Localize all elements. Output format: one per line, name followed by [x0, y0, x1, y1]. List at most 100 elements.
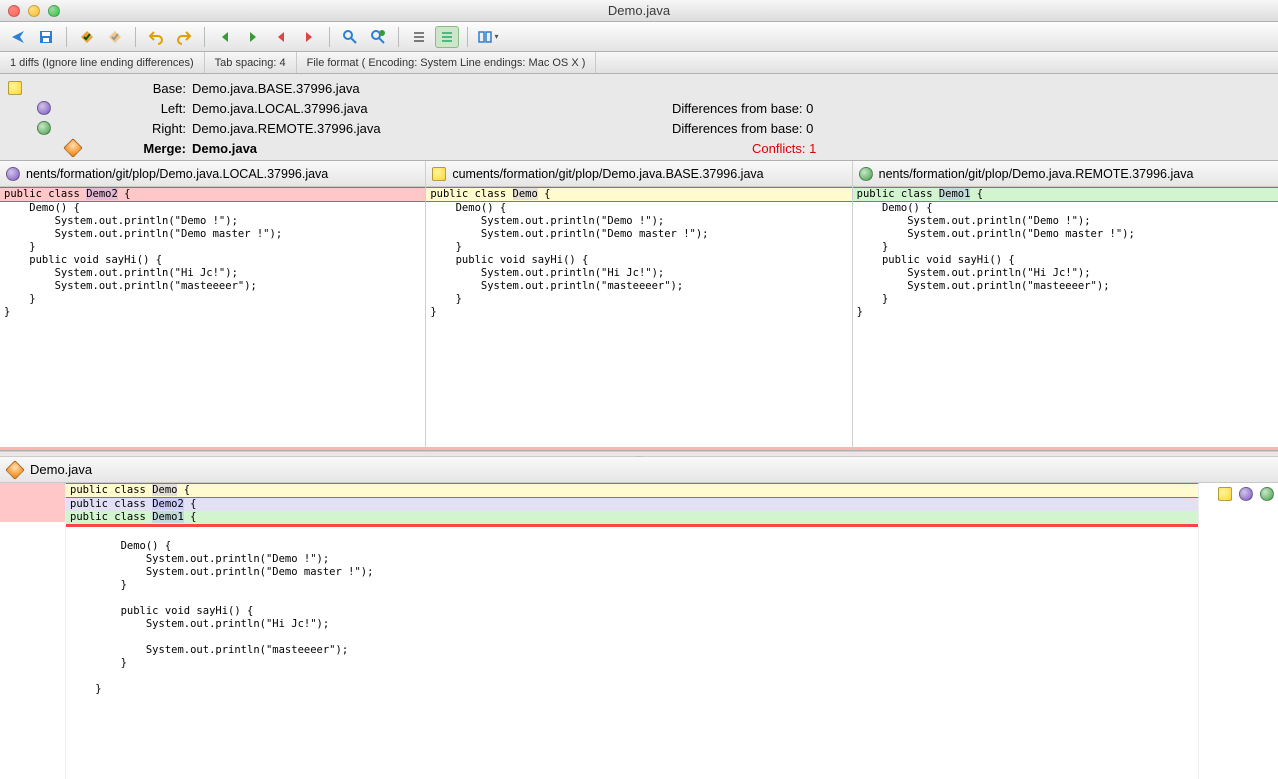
diff-view-icon[interactable]	[435, 26, 459, 48]
merge-code[interactable]: public class Demo {public class Demo2 {p…	[66, 483, 1198, 779]
toolbar-separator	[204, 27, 205, 47]
diff-token: Demo2	[86, 188, 118, 200]
list-view-icon[interactable]	[407, 26, 431, 48]
prev-conflict-icon[interactable]	[269, 26, 293, 48]
code-line: public class Demo {	[426, 187, 851, 202]
left-marker-icon	[6, 167, 20, 181]
right-marker-icon	[859, 167, 873, 181]
merge-gutter	[0, 483, 66, 779]
gutter-line	[0, 587, 65, 600]
toolbar-separator	[66, 27, 67, 47]
code-line: }	[0, 306, 425, 319]
right-label: Right:	[80, 121, 192, 136]
code-line: public void sayHi() {	[0, 254, 425, 267]
choose-right-button[interactable]	[1260, 487, 1274, 501]
diff-token: Demo	[152, 484, 177, 496]
left-pane-path: nents/formation/git/plop/Demo.java.LOCAL…	[26, 167, 328, 181]
code-line: }	[0, 241, 425, 254]
undo-icon[interactable]	[144, 26, 168, 48]
code-line: System.out.println("Demo master !");	[0, 228, 425, 241]
code-line: Demo() {	[853, 202, 1278, 215]
code-line: }	[853, 293, 1278, 306]
diff-token: Demo	[513, 188, 538, 200]
code-line: System.out.println("masteeeer");	[66, 644, 1198, 657]
diff-token: Demo1	[939, 188, 971, 200]
code-line	[66, 670, 1198, 683]
base-pane-path: cuments/formation/git/plop/Demo.java.BAS…	[452, 167, 763, 181]
code-line: }	[66, 657, 1198, 670]
toolbar-separator	[467, 27, 468, 47]
dropdown-arrow-icon: ▾	[494, 32, 498, 41]
layout-icon[interactable]: ▾	[476, 26, 500, 48]
choose-base-button[interactable]	[1218, 487, 1232, 501]
base-label: Base:	[80, 81, 192, 96]
code-line: Demo() {	[426, 202, 851, 215]
code-line: }	[853, 306, 1278, 319]
right-diff-count: Differences from base: 0	[672, 121, 813, 136]
gutter-line	[0, 483, 65, 496]
status-file-format[interactable]: File format ( Encoding: System Line endi…	[297, 52, 597, 73]
code-line: }	[66, 579, 1198, 592]
code-line: System.out.println("Demo !");	[853, 215, 1278, 228]
code-line: System.out.println("Hi Jc!");	[853, 267, 1278, 280]
choose-left-button[interactable]	[1239, 487, 1253, 501]
code-line: public void sayHi() {	[66, 605, 1198, 618]
base-filename: Demo.java.BASE.37996.java	[192, 81, 672, 96]
code-line: System.out.println("masteeeer");	[853, 280, 1278, 293]
merge-pane-body: public class Demo {public class Demo2 {p…	[0, 483, 1278, 779]
gutter-line	[0, 665, 65, 678]
mark-done-icon[interactable]	[75, 26, 99, 48]
code-line: System.out.println("Hi Jc!");	[0, 267, 425, 280]
code-line: System.out.println("Demo !");	[426, 215, 851, 228]
file-header-panel: Base: Demo.java.BASE.37996.java Left: De…	[0, 74, 1278, 161]
code-line: System.out.println("masteeeer");	[0, 280, 425, 293]
pane-bottom-indicator	[426, 447, 851, 450]
left-diff-count: Differences from base: 0	[672, 101, 813, 116]
next-diff-icon[interactable]	[241, 26, 265, 48]
merge-pane: Demo.java public class Demo {public clas…	[0, 457, 1278, 779]
right-filename: Demo.java.REMOTE.37996.java	[192, 121, 672, 136]
base-code[interactable]: public class Demo { Demo() { System.out.…	[426, 187, 851, 450]
gutter-line	[0, 600, 65, 613]
search-icon[interactable]	[338, 26, 362, 48]
gutter-line	[0, 691, 65, 704]
toolbar-separator	[329, 27, 330, 47]
gutter-line	[0, 639, 65, 652]
gutter-line	[0, 626, 65, 639]
redo-icon[interactable]	[172, 26, 196, 48]
right-code[interactable]: public class Demo1 { Demo() { System.out…	[853, 187, 1278, 450]
search-replace-icon[interactable]	[366, 26, 390, 48]
code-line: System.out.println("Demo master !");	[66, 566, 1198, 579]
status-tab-spacing[interactable]: Tab spacing: 4	[205, 52, 297, 73]
gutter-line	[0, 574, 65, 587]
gutter-line	[0, 535, 65, 548]
pane-bottom-indicator	[0, 447, 425, 450]
code-line: public void sayHi() {	[853, 254, 1278, 267]
code-line	[66, 592, 1198, 605]
next-conflict-icon[interactable]	[297, 26, 321, 48]
window-titlebar: Demo.java	[0, 0, 1278, 22]
code-line: public class Demo2 {	[0, 187, 425, 202]
mark-todo-icon[interactable]	[103, 26, 127, 48]
toolbar: ▾	[0, 22, 1278, 52]
base-pane-header: cuments/formation/git/plop/Demo.java.BAS…	[426, 161, 851, 187]
send-icon[interactable]	[6, 26, 30, 48]
code-line: System.out.println("masteeeer");	[426, 280, 851, 293]
status-diffs[interactable]: 1 diffs (Ignore line ending differences)	[0, 52, 205, 73]
code-line: System.out.println("Hi Jc!");	[66, 618, 1198, 631]
code-line: public class Demo2 {	[66, 498, 1198, 511]
status-bar: 1 diffs (Ignore line ending differences)…	[0, 52, 1278, 74]
code-line: System.out.println("Demo master !");	[853, 228, 1278, 241]
prev-diff-icon[interactable]	[213, 26, 237, 48]
left-label: Left:	[80, 101, 192, 116]
left-pane-header: nents/formation/git/plop/Demo.java.LOCAL…	[0, 161, 425, 187]
code-line: Demo() {	[66, 540, 1198, 553]
three-way-panes: nents/formation/git/plop/Demo.java.LOCAL…	[0, 161, 1278, 451]
code-line	[66, 527, 1198, 540]
save-icon[interactable]	[34, 26, 58, 48]
merge-marker-icon	[5, 460, 25, 480]
header-right-row: Right: Demo.java.REMOTE.37996.java Diffe…	[6, 118, 1272, 138]
left-code[interactable]: public class Demo2 { Demo() { System.out…	[0, 187, 425, 450]
right-marker-icon	[37, 121, 51, 135]
code-line: }	[66, 683, 1198, 696]
